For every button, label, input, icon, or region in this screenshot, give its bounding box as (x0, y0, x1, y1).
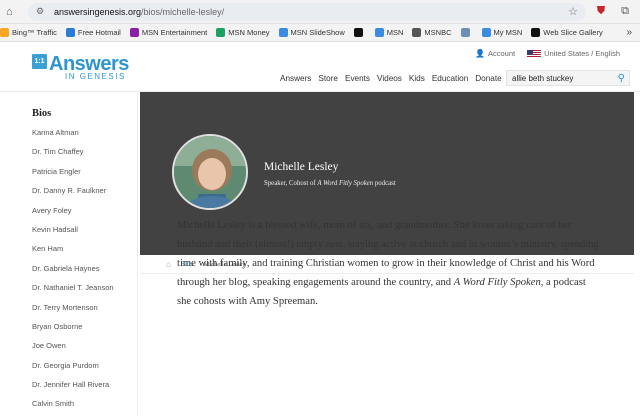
sidebar-bio-link[interactable]: Bryan Osborne (20, 317, 137, 336)
nav-item-store[interactable]: Store (318, 74, 338, 83)
home-icon[interactable]: ⌂ (166, 260, 171, 269)
favorite-label: My MSN (493, 28, 523, 37)
favorites-more-icon[interactable]: » (626, 27, 640, 38)
favorite-site-icon (0, 28, 9, 37)
favorite-site-icon (374, 28, 384, 37)
search-icon[interactable]: ⚲ (618, 73, 625, 84)
favorite-site-icon (460, 28, 470, 37)
home-icon[interactable]: ⌂ (6, 6, 20, 18)
us-flag-icon (527, 49, 542, 58)
favorite-item[interactable] (460, 28, 473, 37)
sidebar-bio-link[interactable]: Calvin Smith (20, 394, 137, 413)
logo-wordmark: Answers (49, 53, 129, 75)
address-bar[interactable]: ⚙ answersingenesis.org/bios/michelle-les… (28, 2, 586, 21)
profile-subtitle: Speaker, Cohost of A Word Fitly Spoken p… (264, 180, 396, 187)
favorite-site-icon (216, 28, 226, 37)
extensions-icon[interactable]: ⧉ (616, 5, 634, 18)
sidebar-bio-link[interactable]: Patricia Engler (20, 162, 137, 181)
sidebar-bio-link[interactable]: Kevin Hadsall (20, 220, 137, 239)
favorite-label: MSN Entertainment (141, 28, 208, 37)
favorite-label: MSN (386, 28, 404, 37)
favorite-site-icon (65, 28, 75, 37)
favorite-item[interactable]: Bing™ Traffic (0, 28, 57, 37)
bios-sidebar: Bios Karina Altman Dr. Tim Chaffey Patrici… (20, 92, 138, 416)
favorite-item[interactable]: Free Hotmail (65, 28, 121, 37)
sidebar-bio-link[interactable]: Dr. Georgia Purdom (20, 356, 137, 375)
main-nav: Answers Store Events Videos Kids Education Don… (280, 74, 509, 83)
site-header: 1:1 Answers IN GENESIS 👤 Account United … (0, 42, 640, 92)
favorite-item[interactable]: MSN (374, 28, 404, 37)
avatar (172, 134, 248, 210)
account-icon[interactable]: 👤 (475, 49, 485, 58)
nav-item-education[interactable]: Education (432, 74, 468, 83)
sidebar-bio-link[interactable]: Avery Foley (20, 201, 137, 220)
favorite-label: MSN Money (228, 28, 270, 37)
favorite-site-icon (412, 28, 422, 37)
bio-paragraph: Michelle Lesley is a blessed wife, mom o… (177, 220, 599, 307)
sidebar-bio-link[interactable]: Karina Altman (20, 123, 137, 142)
sidebar-bio-link[interactable]: Dr. Nathaniel T. Jeanson (20, 278, 137, 297)
favorite-label: MSNBC (424, 28, 452, 37)
nav-item-answers[interactable]: Answers (280, 74, 311, 83)
sidebar-bio-link[interactable]: Dr. Terry Mortenson (20, 298, 137, 317)
sidebar-bio-link[interactable]: Dr. Tim Chaffey (20, 142, 137, 161)
site-logo[interactable]: 1:1 Answers IN GENESIS (32, 54, 129, 81)
logo-badge: 1:1 (32, 54, 47, 69)
nav-item-donate[interactable]: Donate (475, 74, 501, 83)
sidebar-bio-link[interactable]: Dr. Jennifer Hall Rivera (20, 375, 137, 394)
url-path: /bios/michelle-lesley/ (141, 6, 225, 17)
favorite-site-icon (531, 28, 541, 37)
favorite-site-icon (278, 28, 288, 37)
account-link[interactable]: Account (488, 49, 515, 58)
nav-item-videos[interactable]: Videos (377, 74, 402, 83)
sidebar-bio-link[interactable]: Ken Ham (20, 239, 137, 258)
locale-link[interactable]: United States / English (544, 49, 620, 58)
favorite-label: Web Slice Gallery (543, 28, 603, 37)
favorite-label: Free Hotmail (77, 28, 121, 37)
favorite-item[interactable]: My MSN (481, 28, 523, 37)
favorite-label: Bing™ Traffic (12, 28, 57, 37)
favorite-item[interactable]: Web Slice Gallery (531, 28, 603, 37)
favorite-item[interactable] (353, 28, 366, 37)
utility-links: 👤 Account United States / English (475, 49, 620, 58)
bookmark-star-icon[interactable]: ☆ (568, 5, 578, 18)
sidebar-bio-link[interactable]: Dr. Gabriela Haynes (20, 259, 137, 278)
url-host: answersingenesis.org (54, 6, 142, 17)
podcast-title: A Word Fitly Spoken (453, 277, 541, 288)
favorite-site-icon (481, 28, 491, 37)
logo-tagline: IN GENESIS (65, 72, 126, 81)
favorite-site-icon (353, 28, 363, 37)
sidebar-bio-link[interactable]: Joe Owen (20, 336, 137, 355)
profile-name: Michelle Lesley (264, 161, 339, 173)
browser-toolbar: ⌂ ⚙ answersingenesis.org/bios/michelle-l… (0, 0, 640, 24)
search-input[interactable] (512, 73, 612, 83)
favorite-item[interactable]: MSN Money (216, 28, 270, 37)
site-search: ⚲ (506, 70, 630, 86)
sidebar-bio-link[interactable]: Dr. Danny R. Faulkner (20, 181, 137, 200)
favorite-item[interactable]: MSN SlideShow (278, 28, 345, 37)
favorite-site-icon (129, 28, 139, 37)
favorite-item[interactable]: MSN Entertainment (129, 28, 208, 37)
favorites-bar: Bing™ Traffic Free Hotmail MSN Entertainme… (0, 24, 640, 42)
site-info-icon[interactable]: ⚙ (36, 6, 48, 17)
favorite-item[interactable]: MSNBC (412, 28, 452, 37)
shield-extension-icon[interactable]: ⛊ (592, 5, 610, 18)
nav-item-events[interactable]: Events (345, 74, 370, 83)
sidebar-title: Bios (32, 108, 52, 119)
nav-item-kids[interactable]: Kids (409, 74, 425, 83)
sidebar-list: Karina Altman Dr. Tim Chaffey Patricia Eng… (20, 123, 137, 414)
favorite-label: MSN SlideShow (290, 28, 345, 37)
